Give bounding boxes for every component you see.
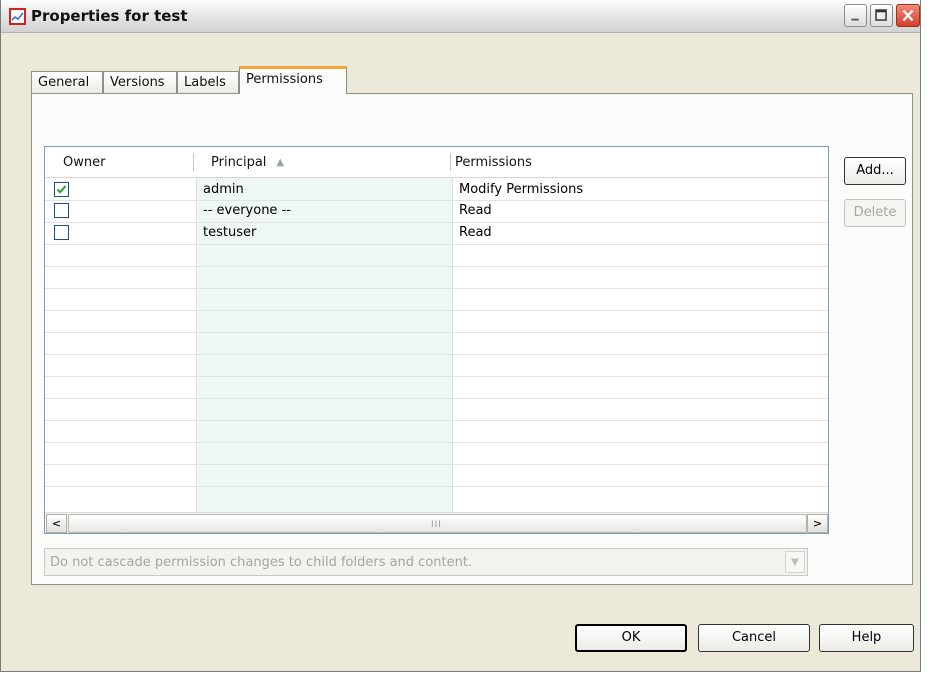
tab-versions[interactable]: Versions (103, 71, 177, 93)
scroll-thumb[interactable]: III (68, 514, 807, 533)
row-gridline (45, 200, 828, 201)
ok-button[interactable]: OK (575, 624, 687, 652)
permissions-cell: Modify Permissions (459, 182, 584, 197)
row-gridline (45, 332, 828, 333)
column-gridline (452, 178, 453, 512)
principal-cell: testuser (203, 225, 257, 240)
close-icon (902, 9, 914, 22)
column-header-principal-label: Principal (211, 155, 267, 170)
chevron-right-icon: > (812, 517, 823, 530)
row-gridline (45, 464, 828, 465)
permissions-cell: Read (459, 225, 492, 240)
row-gridline (45, 398, 828, 399)
row-gridline (45, 442, 828, 443)
chart-line-icon (9, 8, 26, 25)
owner-checkbox[interactable] (54, 182, 69, 197)
cascade-selected-value: Do not cascade permission changes to chi… (50, 555, 473, 570)
checkmark-icon (56, 185, 67, 194)
principal-cell: admin (203, 182, 244, 197)
owner-checkbox[interactable] (54, 203, 69, 218)
row-gridline (45, 354, 828, 355)
column-header-permissions[interactable]: Permissions (455, 155, 532, 170)
permissions-table[interactable]: Owner Principal ▲ Permissions admin Modi… (44, 146, 829, 534)
tab-permissions[interactable]: Permissions (239, 66, 347, 94)
column-header-principal[interactable]: Principal ▲ (211, 155, 284, 170)
row-gridline (45, 310, 828, 311)
column-divider[interactable] (450, 153, 451, 171)
permissions-cell: Read (459, 203, 492, 218)
row-gridline (45, 288, 828, 289)
column-divider[interactable] (193, 153, 194, 171)
owner-checkbox[interactable] (54, 225, 69, 240)
maximize-button[interactable] (870, 4, 893, 27)
delete-button[interactable]: Delete (844, 199, 906, 227)
row-gridline (45, 376, 828, 377)
window-title: Properties for test (31, 7, 188, 25)
scroll-right-button[interactable]: > (807, 514, 828, 533)
row-gridline (45, 486, 828, 487)
chevron-down-icon[interactable]: ▼ (785, 551, 805, 573)
properties-dialog: Properties for test General Versions Lab… (0, 0, 921, 672)
column-gridline (196, 178, 197, 512)
row-gridline (45, 244, 828, 245)
minimize-button[interactable] (844, 4, 867, 27)
cascade-dropdown[interactable]: Do not cascade permission changes to chi… (44, 548, 808, 576)
table-header: Owner Principal ▲ Permissions (45, 147, 828, 178)
title-bar[interactable]: Properties for test (1, 0, 920, 33)
tab-general[interactable]: General (31, 71, 103, 93)
scroll-grip: III (431, 520, 442, 530)
horizontal-scrollbar[interactable]: < III > (45, 512, 828, 533)
row-gridline (45, 420, 828, 421)
close-button[interactable] (896, 4, 920, 27)
column-header-owner[interactable]: Owner (63, 155, 105, 170)
minimize-icon (851, 18, 859, 21)
add-button[interactable]: Add... (844, 157, 906, 185)
scroll-left-button[interactable]: < (46, 514, 67, 533)
row-gridline (45, 222, 828, 223)
cancel-button[interactable]: Cancel (698, 624, 810, 652)
tab-labels[interactable]: Labels (177, 71, 239, 93)
principal-cell: -- everyone -- (203, 203, 291, 218)
maximize-icon (875, 9, 887, 21)
chevron-left-icon: < (51, 517, 62, 530)
help-button[interactable]: Help (819, 624, 914, 652)
row-gridline (45, 266, 828, 267)
sort-ascending-icon: ▲ (276, 157, 285, 168)
